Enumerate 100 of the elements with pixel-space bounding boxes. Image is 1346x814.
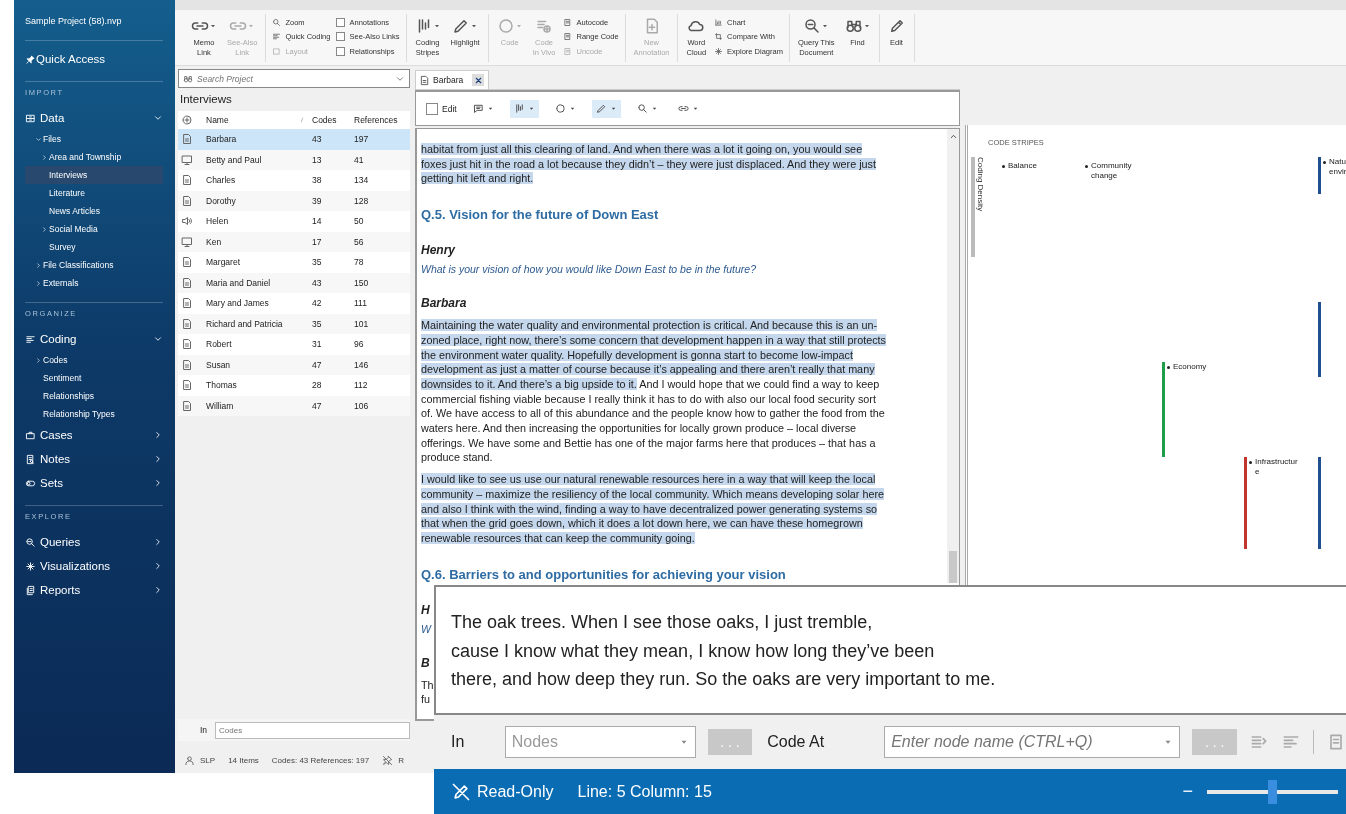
table-cell-text: 17 (312, 236, 323, 247)
chevron-icon[interactable] (35, 279, 42, 287)
column-header[interactable]: Codes (312, 115, 354, 125)
panel-title: Interviews (179, 92, 233, 107)
checkbox[interactable] (336, 17, 346, 27)
nav-item[interactable]: Data (25, 106, 163, 130)
table-cell-text: 101 (354, 318, 370, 329)
document-tab[interactable]: Barbara (415, 70, 490, 89)
node-name-input[interactable]: Enter node name (CTRL+Q) (891, 733, 1164, 751)
bar-chart-icon (714, 17, 724, 27)
chevron-icon[interactable] (35, 356, 42, 364)
caret-icon (470, 22, 479, 30)
search-input[interactable]: Search Project (197, 73, 391, 84)
checkbox[interactable] (336, 32, 346, 41)
filter-input[interactable]: Codes (219, 725, 406, 735)
magnifier-icon (272, 17, 282, 27)
chevron-icon[interactable] (153, 454, 163, 464)
document-icon (563, 46, 573, 56)
list-row[interactable]: Maria and Daniel 43 150 (178, 272, 410, 293)
list-row[interactable]: Dorothy 39 128 (178, 190, 410, 211)
nav-item[interactable]: Queries (25, 530, 163, 554)
list-row[interactable]: Barbara 43 197 (178, 129, 410, 150)
list-row[interactable]: Betty and Paul 13 41 (178, 149, 410, 170)
nav-item[interactable]: Notes (25, 447, 163, 471)
table-cell-text: Mary and James (206, 298, 270, 309)
scroll-up-icon[interactable] (948, 132, 958, 141)
scrollbar[interactable] (947, 129, 959, 583)
chevron-icon[interactable] (153, 478, 163, 488)
quick-access-link[interactable]: Quick Access (25, 47, 163, 71)
list-row[interactable]: Susan 47 146 (178, 354, 410, 375)
mode-text: Read-Only (477, 782, 554, 801)
toolbar-dropdown-button[interactable] (509, 99, 539, 118)
table-cell-text: 96 (354, 339, 365, 350)
close-button[interactable] (472, 74, 485, 86)
user-initials: SLP (200, 755, 216, 765)
table-cell-text: 128 (354, 195, 370, 206)
tree-item[interactable]: Relationships (25, 387, 163, 405)
paragraph: Th (421, 677, 434, 693)
nav-item[interactable]: Visualizations (25, 554, 163, 578)
chevron-icon[interactable] (35, 261, 42, 269)
slider-thumb[interactable] (1267, 779, 1277, 804)
list-row[interactable]: Margaret 35 78 (178, 252, 410, 273)
checkbox[interactable] (426, 102, 438, 115)
scroll-thumb[interactable] (949, 551, 957, 583)
tree-item[interactable]: Files (25, 130, 163, 148)
tree-item[interactable]: File Classifications (25, 256, 163, 274)
tree-item[interactable]: Literature (25, 184, 163, 202)
chevron-icon[interactable] (41, 153, 48, 161)
asterisk-icon (25, 560, 36, 572)
table-cell-text: 47 (312, 400, 323, 411)
list-row[interactable]: Helen 14 50 (178, 211, 410, 232)
nav-item[interactable]: Coding (25, 327, 163, 351)
list-row[interactable]: Robert 31 96 (178, 334, 410, 355)
chevron-icon[interactable] (153, 334, 163, 344)
tree-item[interactable]: Externals (25, 274, 163, 292)
coding-summary: Codes: 43 References: 197 (271, 755, 370, 765)
tree-item[interactable]: Sentiment (25, 369, 163, 387)
add-icon[interactable] (181, 114, 193, 126)
search-field[interactable]: Search Project (178, 69, 410, 88)
tree-item[interactable]: Area and Township (25, 148, 163, 166)
table-cell-text: 35 (312, 318, 323, 329)
checkbox[interactable] (336, 46, 346, 56)
filter-field[interactable]: Codes (215, 721, 410, 739)
list-row[interactable]: Mary and James 42 111 (178, 293, 410, 314)
nav-item[interactable]: Reports (25, 578, 163, 602)
pin-off-icon[interactable] (382, 754, 394, 766)
chevron-icon[interactable] (41, 225, 48, 233)
nav-item[interactable]: Cases (25, 423, 163, 447)
chevron-icon[interactable] (35, 135, 42, 143)
tree-item[interactable]: Survey (25, 238, 163, 256)
list-row[interactable]: Thomas 28 112 (178, 375, 410, 396)
document-icon (181, 276, 193, 289)
chevron-icon[interactable] (153, 585, 163, 595)
question-text: W (421, 621, 431, 637)
zoom-out-button[interactable]: − (1182, 781, 1193, 802)
table-cell-text: 42 (312, 298, 323, 309)
chevron-icon[interactable] (153, 113, 163, 123)
column-header[interactable]: Name (206, 115, 312, 125)
table-cell-text: 13 (312, 154, 323, 165)
list-row[interactable]: Charles 38 134 (178, 170, 410, 191)
chevron-icon[interactable] (153, 430, 163, 440)
nav-item[interactable]: Sets (25, 471, 163, 495)
tree-item[interactable]: Interviews (25, 166, 163, 184)
tree-item[interactable]: Relationship Types (25, 405, 163, 423)
toolbar-dropdown-button[interactable] (591, 99, 621, 118)
tree-item[interactable]: Codes (25, 351, 163, 369)
tree-item[interactable]: News Articles (25, 202, 163, 220)
list-row[interactable]: William 47 106 (178, 395, 410, 416)
chevron-icon[interactable] (153, 537, 163, 547)
magnifier-icon (25, 536, 36, 548)
chevron-icon[interactable] (153, 561, 163, 571)
node-name-field[interactable]: Enter node name (CTRL+Q) (884, 726, 1181, 758)
column-header[interactable]: References (354, 115, 410, 125)
tree-item[interactable]: Social Media (25, 220, 163, 238)
binoculars-icon (183, 73, 193, 84)
list-row[interactable]: Ken 17 56 (178, 231, 410, 252)
table-cell-text: Ken (206, 236, 223, 247)
list-row[interactable]: Richard and Patricia 35 101 (178, 313, 410, 334)
table-cell-text: Richard and Patricia (206, 318, 284, 329)
edit-checkbox[interactable]: Edit (426, 102, 457, 115)
